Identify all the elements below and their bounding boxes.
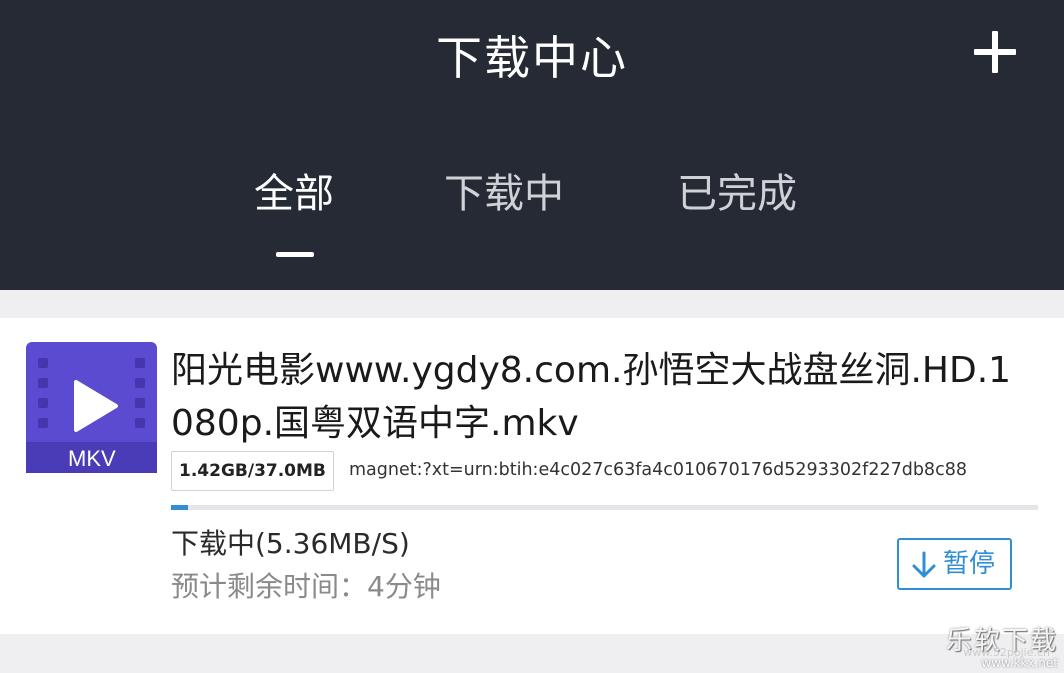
page-title: 下载中心 xyxy=(436,31,628,85)
tab-all[interactable]: 全部 xyxy=(254,166,334,222)
arrow-down-icon xyxy=(909,550,939,580)
video-file-icon: MKV xyxy=(26,342,157,473)
watermark: 乐软下载 www.52pojie.cn www.kkx.net xyxy=(938,612,1064,673)
magnet-link: magnet:?xt=urn:btih:e4c027c63fa4c0106701… xyxy=(349,460,967,480)
add-download-button[interactable] xyxy=(966,24,1024,82)
pause-button[interactable]: 暂停 xyxy=(897,538,1012,590)
app-header: 下载中心 全部 下载中 已完成 xyxy=(0,0,1064,290)
svg-text:MKV: MKV xyxy=(68,446,116,471)
tab-downloading[interactable]: 下载中 xyxy=(444,166,564,222)
active-tab-indicator xyxy=(276,252,314,257)
size-badge: 1.42GB/37.0MB xyxy=(171,451,334,491)
pause-label: 暂停 xyxy=(943,549,996,579)
tab-completed[interactable]: 已完成 xyxy=(677,166,797,222)
download-status: 下载中(5.36MB/S) xyxy=(171,527,410,560)
file-name: 阳光电影www.ygdy8.com.孙悟空大战盘丝洞.HD.1080p.国粤双语… xyxy=(171,350,1012,444)
progress-bar xyxy=(171,505,1038,510)
watermark-url-2: www.kkx.net xyxy=(981,656,1058,670)
eta-text: 预计剩余时间：4分钟 xyxy=(171,570,441,603)
progress-fill xyxy=(171,505,188,510)
download-item-card[interactable]: MKV 阳光电影www.ygdy8.com.孙悟空大战盘丝洞.HD.1080p.… xyxy=(0,318,1064,634)
